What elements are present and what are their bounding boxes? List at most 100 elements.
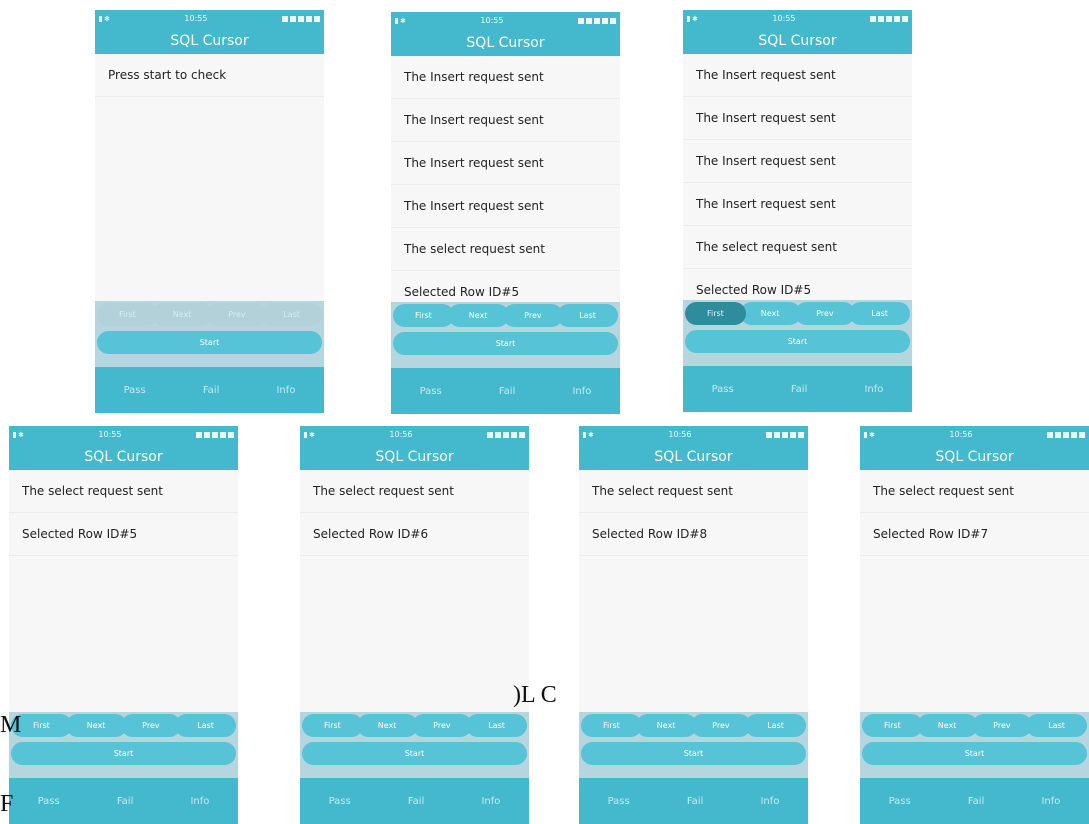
sim-icon: [511, 431, 517, 438]
phone-screen: ✱ 10:55 SQL Cursor Press start to check Firs…: [95, 10, 324, 413]
info-button[interactable]: Info: [190, 796, 209, 807]
status-left-icons: ✱: [864, 431, 875, 439]
volume-icon: [212, 431, 218, 438]
next-button[interactable]: Next: [151, 303, 213, 326]
status-time: 10:56: [949, 430, 973, 439]
list-item: The select request sent: [860, 470, 1089, 513]
status-bar: ✱ 10:55: [95, 10, 324, 27]
fail-button[interactable]: Fail: [791, 384, 808, 395]
wifi-icon: [586, 17, 592, 24]
volume-icon: [503, 431, 509, 438]
prev-button[interactable]: Prev: [794, 302, 856, 325]
prev-button[interactable]: Prev: [120, 714, 182, 737]
wifi-icon: [774, 431, 780, 438]
next-button[interactable]: Next: [65, 714, 127, 737]
info-button[interactable]: Info: [864, 384, 883, 395]
nfc-icon: [578, 17, 584, 24]
signal-icon: [13, 431, 16, 438]
next-button[interactable]: Next: [447, 304, 509, 327]
signal-icon: [864, 431, 867, 438]
pass-button[interactable]: Pass: [889, 796, 911, 807]
phone-screen: ✱ 10:56 SQL Cursor The select request sent S…: [860, 426, 1089, 824]
list-item: Press start to check: [95, 54, 324, 97]
start-button[interactable]: Start: [302, 742, 527, 765]
start-button[interactable]: Start: [393, 332, 618, 355]
info-button[interactable]: Info: [572, 386, 591, 397]
list-item: The Insert request sent: [391, 99, 620, 142]
fail-button[interactable]: Fail: [687, 796, 704, 807]
sim-icon: [1071, 431, 1077, 438]
fail-button[interactable]: Fail: [117, 796, 134, 807]
next-button[interactable]: Next: [356, 714, 418, 737]
first-button[interactable]: First: [97, 303, 158, 326]
list-item: Selected Row ID#7: [860, 513, 1089, 556]
last-button[interactable]: Last: [849, 302, 910, 325]
info-button[interactable]: Info: [276, 385, 295, 396]
info-button[interactable]: Info: [481, 796, 500, 807]
status-time: 10:56: [668, 430, 692, 439]
sim-icon: [894, 15, 900, 22]
prev-button[interactable]: Prev: [206, 303, 268, 326]
pass-button[interactable]: Pass: [608, 796, 630, 807]
pass-button[interactable]: Pass: [124, 385, 146, 396]
cursor-nav-buttons: First Next Prev Last: [97, 303, 322, 326]
start-button[interactable]: Start: [11, 742, 236, 765]
cursor-nav-buttons: First Next Prev Last: [581, 714, 806, 737]
list-item: The Insert request sent: [391, 142, 620, 185]
prev-button[interactable]: Prev: [502, 304, 564, 327]
next-button[interactable]: Next: [739, 302, 801, 325]
prev-button[interactable]: Prev: [690, 714, 752, 737]
phone-screen: ✱ 10:55 SQL Cursor The select request sent S…: [9, 426, 238, 824]
status-time: 10:55: [480, 16, 504, 25]
cursor-nav-buttons: First Next Prev Last: [393, 304, 618, 327]
pass-button[interactable]: Pass: [712, 384, 734, 395]
fail-button[interactable]: Fail: [499, 386, 516, 397]
first-button[interactable]: First: [302, 714, 363, 737]
pass-button[interactable]: Pass: [420, 386, 442, 397]
list-item: The Insert request sent: [391, 185, 620, 228]
start-button[interactable]: Start: [581, 742, 806, 765]
battery-icon: [228, 431, 234, 438]
battery-icon: [1079, 431, 1085, 438]
signal-icon: [583, 431, 586, 438]
first-button[interactable]: First: [393, 304, 454, 327]
result-list: The select request sent Selected Row ID#5: [9, 470, 238, 556]
next-button[interactable]: Next: [635, 714, 697, 737]
status-time: 10:55: [772, 14, 796, 23]
pass-button[interactable]: Pass: [38, 796, 60, 807]
app-title: SQL Cursor: [95, 27, 324, 54]
prev-button[interactable]: Prev: [971, 714, 1033, 737]
fail-button[interactable]: Fail: [408, 796, 425, 807]
info-button[interactable]: Info: [760, 796, 779, 807]
last-button[interactable]: Last: [175, 714, 236, 737]
first-button[interactable]: First: [581, 714, 642, 737]
wifi-icon: [878, 15, 884, 22]
first-button[interactable]: First: [685, 302, 746, 325]
result-list: The select request sent Selected Row ID#6: [300, 470, 529, 556]
signal-icon: [99, 15, 102, 22]
app-title: SQL Cursor: [860, 443, 1089, 470]
last-button[interactable]: Last: [466, 714, 527, 737]
start-button[interactable]: Start: [97, 331, 322, 354]
last-button[interactable]: Last: [557, 304, 618, 327]
nfc-icon: [487, 431, 493, 438]
list-item: The select request sent: [300, 470, 529, 513]
pass-button[interactable]: Pass: [329, 796, 351, 807]
wifi-icon: [1055, 431, 1061, 438]
volume-icon: [1063, 431, 1069, 438]
info-button[interactable]: Info: [1041, 796, 1060, 807]
next-button[interactable]: Next: [916, 714, 978, 737]
fail-button[interactable]: Fail: [203, 385, 220, 396]
last-button[interactable]: Last: [745, 714, 806, 737]
prev-button[interactable]: Prev: [411, 714, 473, 737]
first-button[interactable]: First: [862, 714, 923, 737]
start-button[interactable]: Start: [685, 330, 910, 353]
fail-button[interactable]: Fail: [968, 796, 985, 807]
app-title: SQL Cursor: [300, 443, 529, 470]
last-button[interactable]: Last: [261, 303, 322, 326]
status-left-icons: ✱: [304, 431, 315, 439]
footer-bar: Pass Fail Info: [579, 778, 808, 824]
status-left-icons: ✱: [13, 431, 24, 439]
last-button[interactable]: Last: [1026, 714, 1087, 737]
start-button[interactable]: Start: [862, 742, 1087, 765]
